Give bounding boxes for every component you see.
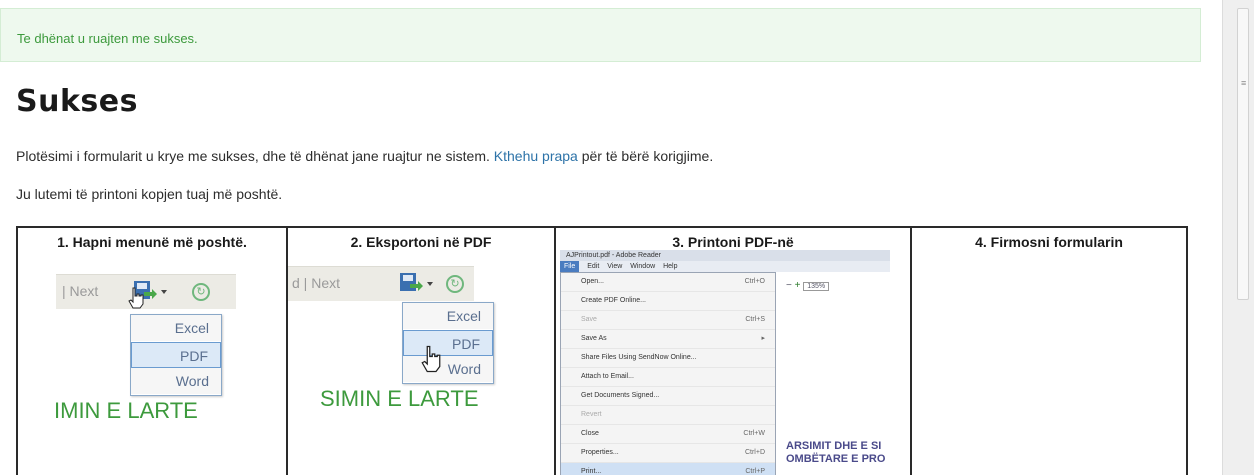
file-menu-item[interactable]: Properties... Ctrl+D: [561, 444, 775, 463]
refresh-icon[interactable]: ↻: [446, 275, 464, 293]
file-menu-item[interactable]: Get Documents Signed...: [561, 387, 775, 406]
hand-cursor-icon: [128, 287, 144, 309]
step-4-title: 4. Firmosni formularin: [975, 234, 1123, 250]
print-instruction: Ju lutemi të printoni kopjen tuaj më pos…: [16, 186, 283, 202]
reader-menubar: File Edit View Window Help: [560, 261, 890, 272]
page: Te dhënat u ruajten me sukses. Sukses Pl…: [0, 0, 1222, 475]
file-menu-item[interactable]: Share Files Using SendNow Online...: [561, 349, 775, 368]
file-menu-item[interactable]: Revert: [561, 406, 775, 425]
export-button[interactable]: [398, 270, 438, 298]
reader-toolbar: − + 135%: [786, 280, 830, 291]
menu-help[interactable]: Help: [663, 263, 677, 270]
menu-item-pdf[interactable]: PDF: [131, 342, 221, 368]
scrollbar-thumb[interactable]: ≡: [1237, 8, 1249, 300]
adobe-reader-window: AJPrintout.pdf - Adobe Reader File Edit …: [560, 250, 890, 475]
step-2-title: 2. Eksportoni në PDF: [350, 234, 492, 250]
reader-title-bar: AJPrintout.pdf - Adobe Reader: [560, 250, 890, 261]
menu-view[interactable]: View: [607, 263, 622, 270]
steps-table: 1. Hapni menunë më poshtë. | Next ↻ Exce: [16, 226, 1188, 475]
zoom-out-icon[interactable]: −: [786, 280, 792, 291]
step-2-cell: 2. Eksportoni në PDF d | Next ↻ Excel PD…: [288, 228, 556, 475]
zoom-in-icon[interactable]: +: [795, 280, 804, 291]
form-caption: IMIN E LARTE: [54, 398, 198, 423]
menu-edit[interactable]: Edit: [587, 263, 599, 270]
alert-message: Te dhënat u ruajten me sukses.: [17, 31, 198, 46]
file-menu-item[interactable]: Save Ctrl+S: [561, 311, 775, 330]
menu-item-pdf[interactable]: PDF: [403, 330, 493, 356]
page-title: Sukses: [16, 84, 138, 119]
export-toolbar: d | Next ↻: [288, 266, 474, 301]
file-menu-item-print[interactable]: Print... Ctrl+P: [561, 463, 775, 475]
refresh-icon[interactable]: ↻: [192, 283, 210, 301]
file-menu-dropdown: Open... Ctrl+O Create PDF Online... Save C…: [560, 272, 776, 475]
step-1-cell: 1. Hapni menunë më poshtë. | Next ↻ Exce: [18, 228, 288, 475]
confirmation-text: Plotësimi i formularit u krye me sukses,…: [16, 148, 490, 164]
file-menu-item[interactable]: Save As ▸: [561, 330, 775, 349]
menu-item-word[interactable]: Word: [403, 356, 493, 383]
menu-file[interactable]: File: [560, 261, 580, 272]
confirmation-text-end: për të bërë korigjime.: [581, 148, 714, 164]
document-heading: ARSIMIT DHE E SI OMBËTARE E PRO: [786, 440, 886, 465]
step-3-cell: 3. Printoni PDF-në AJPrintout.pdf - Adob…: [556, 228, 912, 475]
file-menu-item[interactable]: Close Ctrl+W: [561, 425, 775, 444]
zoom-level[interactable]: 135%: [803, 282, 830, 291]
step-3-title: 3. Printoni PDF-në: [672, 234, 794, 250]
file-menu-item[interactable]: Open... Ctrl+O: [561, 273, 775, 292]
file-menu-item[interactable]: Create PDF Online...: [561, 292, 775, 311]
menu-window[interactable]: Window: [630, 263, 655, 270]
confirmation-paragraph: Plotësimi i formularit u krye me sukses,…: [16, 148, 713, 164]
go-back-link[interactable]: Kthehu prapa: [494, 148, 578, 164]
grip-icon: ≡: [1241, 78, 1247, 88]
export-menu: Excel PDF Word: [402, 302, 494, 384]
hand-cursor-icon: [421, 345, 441, 373]
vertical-scrollbar[interactable]: ≡: [1222, 0, 1254, 475]
menu-item-excel[interactable]: Excel: [131, 315, 221, 342]
step-1-title: 1. Hapni menunë më poshtë.: [57, 234, 247, 250]
next-link[interactable]: | Next: [62, 283, 98, 299]
form-caption: SIMIN E LARTE: [320, 386, 479, 411]
save-disk-icon: [400, 273, 433, 291]
export-toolbar: | Next ↻: [56, 274, 236, 309]
menu-item-excel[interactable]: Excel: [403, 303, 493, 330]
next-link[interactable]: d | Next: [292, 275, 340, 291]
menu-item-word[interactable]: Word: [131, 368, 221, 395]
success-alert: Te dhënat u ruajten me sukses.: [0, 8, 1201, 62]
export-menu: Excel PDF Word: [130, 314, 222, 396]
file-menu-item[interactable]: Attach to Email...: [561, 368, 775, 387]
step-4-cell: 4. Firmosni formularin: [912, 228, 1186, 475]
